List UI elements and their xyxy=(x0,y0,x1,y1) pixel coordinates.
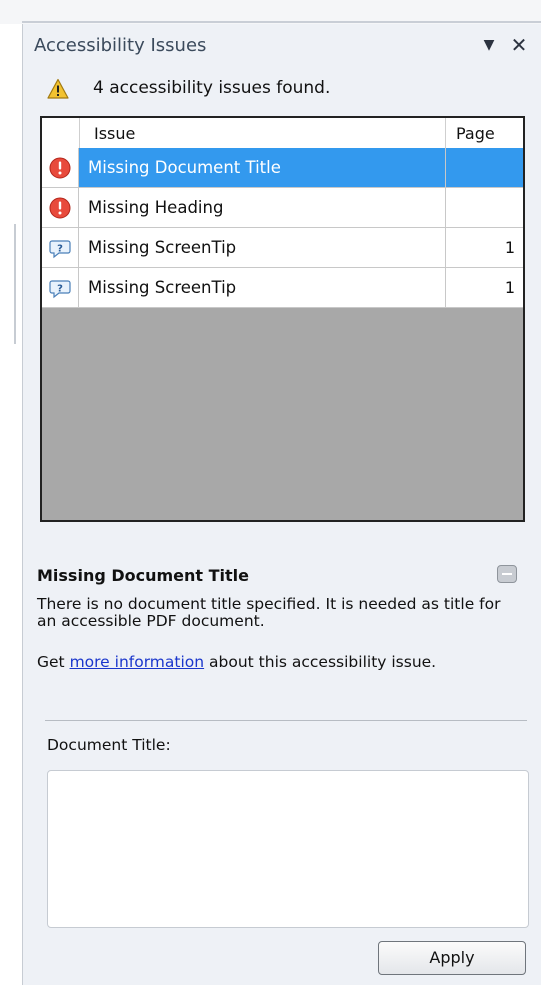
screentip-icon: ? xyxy=(49,280,71,299)
collapse-detail-icon[interactable] xyxy=(497,565,517,583)
issues-list[interactable]: Issue Page Missing Document Title Missin… xyxy=(40,116,525,522)
svg-text:?: ? xyxy=(57,284,63,295)
window-top-frame xyxy=(0,0,541,24)
section-divider xyxy=(45,720,527,721)
issue-name: Missing ScreenTip xyxy=(88,278,237,297)
issue-page-cell: 1 xyxy=(445,228,523,267)
error-icon xyxy=(49,157,71,179)
issue-row-missing-heading[interactable]: Missing Heading xyxy=(42,188,523,228)
issue-icon-cell: ? xyxy=(42,228,79,267)
issue-icon-cell xyxy=(42,188,79,227)
screentip-icon: ? xyxy=(49,240,71,259)
issue-page-cell xyxy=(445,188,523,227)
issue-row-missing-screentip[interactable]: ? Missing ScreenTip 1 xyxy=(42,268,523,308)
header-page-column[interactable]: Page xyxy=(445,118,523,148)
error-icon xyxy=(49,197,71,219)
issue-more-info: Get more information about this accessib… xyxy=(37,654,517,671)
issues-list-header: Issue Page xyxy=(42,118,523,149)
issue-page: 1 xyxy=(504,238,515,257)
pane-close-icon[interactable]: ✕ xyxy=(509,34,529,56)
issue-detail-description: There is no document title specified. It… xyxy=(37,595,501,630)
issue-page-cell: 1 xyxy=(445,268,523,307)
document-title-label: Document Title: xyxy=(47,736,171,754)
more-information-link[interactable]: more information xyxy=(70,653,205,671)
pane-titlebar: Accessibility Issues ▼ ✕ xyxy=(23,32,541,60)
more-info-suffix: about this accessibility issue. xyxy=(204,653,437,671)
issues-summary-text: 4 accessibility issues found. xyxy=(93,78,331,98)
issues-summary: 4 accessibility issues found. xyxy=(47,76,527,102)
pane-options-dropdown-icon[interactable]: ▼ xyxy=(479,34,499,56)
header-page-label: Page xyxy=(456,124,495,143)
issue-page-cell xyxy=(445,148,523,187)
issue-icon-cell: ? xyxy=(42,268,79,307)
document-area-edge xyxy=(0,24,23,985)
issue-row-missing-document-title[interactable]: Missing Document Title xyxy=(42,148,523,188)
issue-icon-cell xyxy=(42,148,79,187)
header-icon-column[interactable] xyxy=(42,118,80,148)
pane-title: Accessibility Issues xyxy=(34,35,207,56)
more-info-prefix: Get xyxy=(37,653,70,671)
issue-name: Missing Heading xyxy=(88,198,224,217)
issue-detail-title: Missing Document Title xyxy=(37,566,250,585)
issue-row-missing-screentip[interactable]: ? Missing ScreenTip 1 xyxy=(42,228,523,268)
warning-icon xyxy=(47,78,69,99)
issue-name: Missing ScreenTip xyxy=(88,238,237,257)
accessibility-issues-pane: Accessibility Issues ▼ ✕ 4 accessibility… xyxy=(23,24,541,985)
issue-page: 1 xyxy=(504,278,515,297)
svg-text:?: ? xyxy=(57,244,63,255)
apply-button[interactable]: Apply xyxy=(378,941,526,975)
document-title-input[interactable] xyxy=(47,770,529,928)
issue-name: Missing Document Title xyxy=(88,158,281,177)
header-issue-column[interactable]: Issue xyxy=(94,124,135,143)
